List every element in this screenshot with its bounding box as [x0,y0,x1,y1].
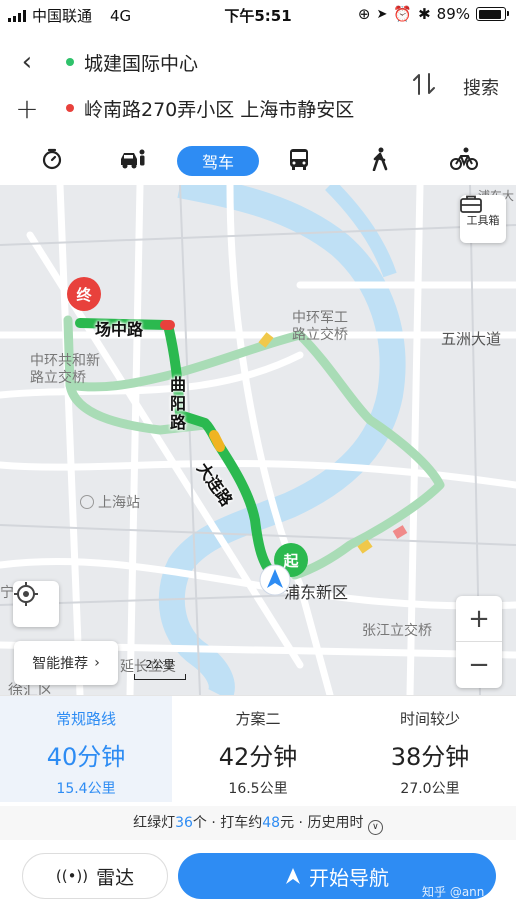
route-option-title: 时间较少 [399,710,460,728]
end-marker[interactable]: 终 [67,277,101,311]
label-pudong: 浦东新区 [284,583,349,602]
river [158,185,406,695]
map-canvas [0,185,516,695]
radar-label: 雷达 [96,866,135,889]
scale-label: 2公里 [145,658,175,671]
destination-field[interactable]: 岭南路270弄小区 上海市静安区 [84,95,354,122]
current-location-arrow-icon [259,564,291,596]
destination-row[interactable]: + 岭南路270弄小区 上海市静安区 [0,86,400,130]
toolbox-button[interactable]: 工具箱 [460,195,506,243]
scale-bar [134,674,186,680]
route-option-title: 常规路线 [55,710,116,728]
smart-recommend-label: 智能推荐 [32,656,89,672]
label-zhonghuan-gonghe: 中环共和新 路立交桥 [30,353,100,386]
route-option-distance: 16.5公里 [228,781,288,797]
route-option-duration: 42分钟 [218,743,298,771]
route-option-distance: 15.4公里 [56,781,116,797]
battery-percent: 89% [436,5,470,23]
map-view[interactable]: 中环军工 路立交桥 五洲大道 中环共和新 路立交桥 上海站 浦东新区 张江立交桥 徐… [0,185,516,695]
map-scale: 2公里 [134,656,186,680]
walk-icon[interactable] [362,144,398,174]
route-options: 常规路线 40分钟 15.4公里 方案二 42分钟 16.5公里 时间较少 38… [0,695,516,802]
origin-field[interactable]: 城建国际中心 [84,49,198,76]
battery-icon [476,7,509,21]
road-label-changzhong: 场中路 [95,320,144,339]
route-info-bar[interactable]: 红绿灯36个 · 打车约48元 · 历史用时 ∨ [0,806,516,840]
car-person-icon[interactable] [115,144,151,174]
locate-button[interactable] [13,581,59,627]
route-option-duration: 40分钟 [46,743,126,771]
road-network [0,185,516,695]
location-arrow-icon: ➤ [376,6,388,22]
route-option-standard[interactable]: 常规路线 40分钟 15.4公里 [0,696,172,802]
search-button[interactable]: 搜索 [463,74,499,100]
zoom-out-button[interactable]: − [456,642,502,688]
watermark: 知乎 @ann [422,885,485,899]
radar-icon: ((•)) [55,867,89,885]
bike-icon[interactable] [446,144,482,174]
zoom-control: + − [456,596,502,688]
alarm-icon: ⏰ [393,5,413,23]
start-navigation-label: 开始导航 [309,865,389,890]
bus-icon[interactable] [281,144,317,174]
radar-button[interactable]: ((•)) 雷达 [22,853,168,899]
route-option-fastest[interactable]: 时间较少 38分钟 27.0公里 [344,696,516,802]
road-label-quyang: 曲阳路 [170,375,187,432]
taxi-fare: 48 [262,815,281,831]
chevron-circle-down-icon[interactable]: ∨ [367,820,383,835]
status-bar: 中国联通 4G 下午5:51 ⊕ ➤ ⏰ ✱ 89% [0,0,516,28]
navigation-arrow-icon [286,868,300,884]
label-zhangjiang: 张江立交桥 [362,623,432,639]
taxi-suffix: 元 · 历史用时 [280,815,364,831]
add-waypoint-icon[interactable]: + [14,92,40,125]
origin-dot-icon [66,58,74,66]
back-chevron-icon[interactable]: ‹ [14,47,40,77]
station-icon [80,495,94,509]
label-shanghai-station: 上海站 [80,495,140,512]
origin-row[interactable]: ‹ 城建国际中心 [0,40,400,84]
label-zhonghuan-junggong: 中环军工 路立交桥 [292,310,348,343]
bluetooth-icon: ✱ [418,5,431,23]
lock-rotation-icon: ⊕ [357,5,371,23]
lights-prefix: 红绿灯 [133,815,176,831]
route-header: ‹ 城建国际中心 + 岭南路270弄小区 上海市静安区 搜索 驾车 [0,30,516,185]
tab-drive[interactable]: 驾车 [177,146,259,176]
route-option-distance: 27.0公里 [400,781,460,797]
swap-icon[interactable] [410,70,438,98]
toolbox-label: 工具箱 [466,214,500,227]
label-wuzhou: 五洲大道 [441,330,502,348]
lights-count: 36 [175,815,193,831]
toolbox-icon [460,195,482,213]
stopwatch-icon[interactable] [34,144,70,174]
lights-suffix: 个 · 打车约 [192,815,263,831]
label-partial-left: 宁 [0,585,14,601]
destination-dot-icon [66,104,74,112]
transport-mode-bar: 驾车 [0,138,516,182]
route-option-title: 方案二 [235,710,281,728]
route-option-plan-two[interactable]: 方案二 42分钟 16.5公里 [172,696,344,802]
smart-recommend-button[interactable]: 智能推荐 › [14,641,118,685]
chevron-right-icon: › [94,655,100,671]
zoom-in-button[interactable]: + [456,596,502,642]
route-option-duration: 38分钟 [390,743,470,771]
locate-icon [14,582,38,606]
